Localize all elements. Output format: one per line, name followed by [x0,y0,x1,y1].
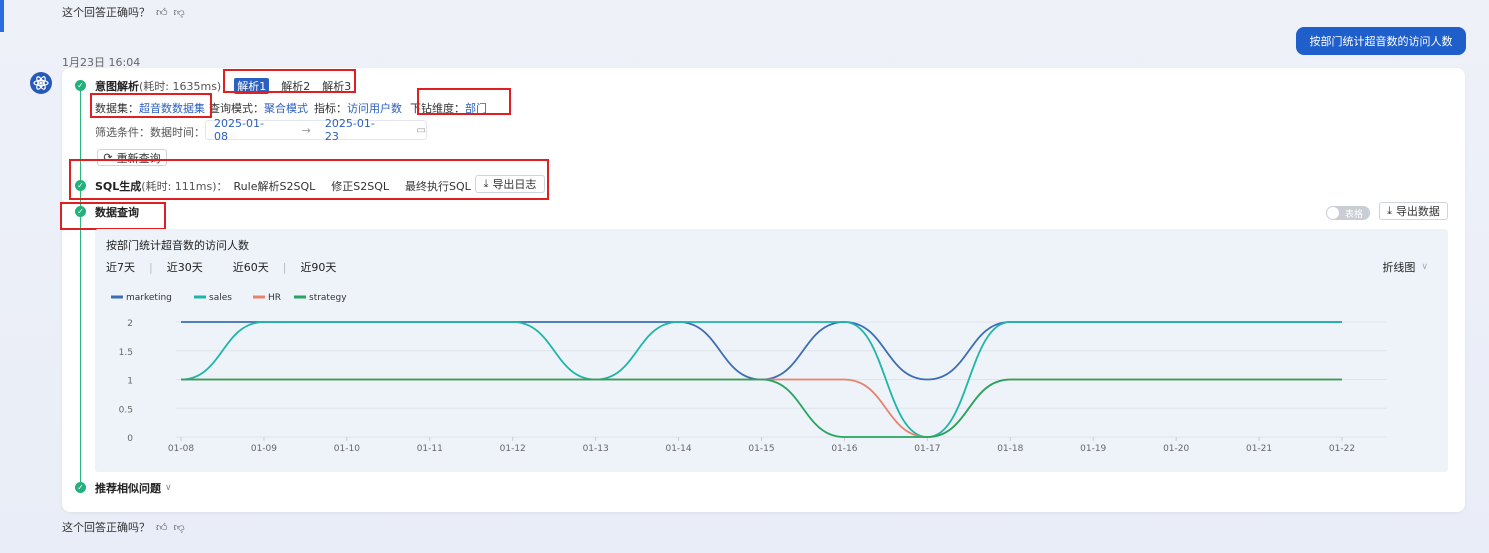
atom-icon [33,76,49,90]
y-tick-label: 1 [127,377,133,387]
date-start[interactable]: 2025-01-08 [214,117,276,143]
filter-label: 筛选条件：数据时间： [95,126,205,139]
date-arrow: → [301,123,311,137]
intent-label: 意图解析 [95,80,139,93]
y-tick-label: 0.5 [119,405,133,415]
x-tick-label: 01-11 [417,444,443,454]
x-tick-label: 01-15 [748,444,774,454]
calendar-icon[interactable]: ▭ [417,125,426,136]
step-check-icon: ✓ [75,482,86,493]
x-tick-label: 01-09 [251,444,277,454]
legend-label: sales [209,293,232,303]
feedback-question: 这个回答正确吗？ [62,6,150,19]
highlight-box [69,159,549,200]
thumbs-up-icon[interactable]: 👍︎ [156,521,168,534]
left-accent-bar [0,0,4,32]
table-toggle[interactable]: 表格 [1326,206,1370,220]
export-data-label: 导出数据 [1395,205,1440,218]
toggle-knob [1327,207,1339,219]
x-tick-label: 01-10 [334,444,360,454]
highlight-box [60,202,166,230]
chevron-down-icon: ∨ [165,483,172,493]
intent-time: (耗时: 1635ms)： [139,80,233,93]
export-data-button[interactable]: ⤓ 导出数据 [1379,202,1448,220]
legend-label: marketing [126,293,172,303]
x-tick-label: 01-13 [583,444,609,454]
recommend-row[interactable]: 推荐相似问题 ∨ [95,480,172,496]
line-chart: 0 0.5 1 1.5 2 01-08 01-09 01-10 01-11 01-12 01-13 0… [111,293,1387,454]
x-tick-label: 01-14 [665,444,691,454]
download-icon: ⤓ [1387,204,1392,217]
y-tick-label: 1.5 [119,348,133,358]
x-tick-label: 01-19 [1080,444,1106,454]
date-end[interactable]: 2025-01-23 [325,117,387,143]
feedback-top: 这个回答正确吗？ 👍︎ 👎︎ [62,4,185,20]
bot-avatar [30,72,52,94]
recommend-label: 推荐相似问题 [95,482,161,495]
x-tick-label: 01-12 [500,444,526,454]
y-tick-label: 2 [127,319,133,329]
x-tick-label: 01-16 [831,444,857,454]
thumbs-up-icon[interactable]: 👍︎ [156,6,168,19]
chart-panel: 按部门统计超音数的访问人数 近7天 | 近30天 近60天 | 近90天 折线图… [95,229,1448,472]
x-tick-label: 01-21 [1246,444,1272,454]
query-mode-label: 查询模式： [209,102,264,115]
highlight-box [417,88,511,115]
x-tick-label: 01-17 [914,444,940,454]
metric-value: 访问用户数 [347,102,402,115]
highlight-box [90,93,212,118]
metric-label: 指标： [314,102,347,115]
legend-label: strategy [309,293,347,303]
date-range-picker[interactable]: 2025-01-08 → 2025-01-23 ▭ [205,117,427,143]
user-message-bubble: 按部门统计超音数的访问人数 [1296,27,1466,55]
thumbs-down-icon[interactable]: 👎︎ [174,521,185,534]
feedback-bottom: 这个回答正确吗？ 👍︎ 👎︎ [62,519,185,535]
x-tick-label: 01-18 [997,444,1023,454]
thumbs-down-icon[interactable]: 👎︎ [174,6,185,19]
y-tick-label: 0 [127,434,133,444]
toggle-label: 表格 [1345,209,1364,220]
query-mode-value: 聚合模式 [264,102,308,115]
x-tick-label: 01-22 [1329,444,1355,454]
step-check-icon: ✓ [75,80,86,91]
legend-label: HR [268,293,281,303]
highlight-box [223,69,356,93]
x-tick-label: 01-20 [1163,444,1189,454]
feedback-question: 这个回答正确吗？ [62,521,150,534]
timeline-line [80,86,81,486]
x-tick-label: 01-08 [168,444,194,454]
